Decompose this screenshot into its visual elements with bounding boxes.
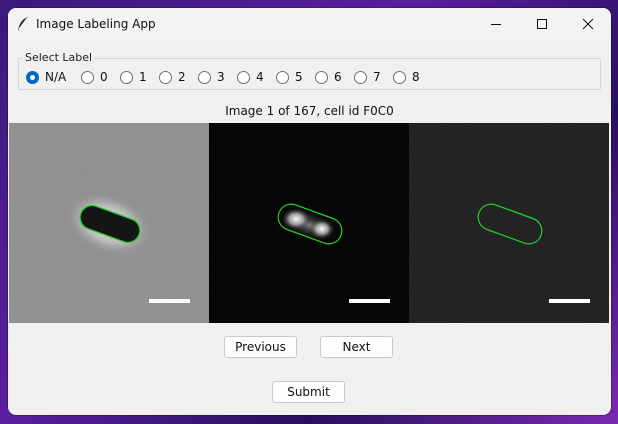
radio-label: 8 xyxy=(412,70,420,84)
scale-bar xyxy=(549,299,590,303)
radio-circle xyxy=(354,71,367,84)
image-caption: Image 1 of 167, cell id F0C0 xyxy=(225,104,394,118)
scale-bar xyxy=(149,299,190,303)
phase-contrast-image xyxy=(9,123,209,323)
radio-label: 1 xyxy=(139,70,147,84)
radio-circle xyxy=(26,71,39,84)
radio-label: 2 xyxy=(178,70,186,84)
submit-button[interactable]: Submit xyxy=(272,381,345,403)
scale-bar xyxy=(349,299,390,303)
close-button[interactable] xyxy=(565,8,611,40)
app-window: Image Labeling App Select Label N/A 0 1 … xyxy=(8,8,611,415)
radio-circle xyxy=(237,71,250,84)
maximize-button[interactable] xyxy=(519,8,565,40)
radio-label: 6 xyxy=(334,70,342,84)
dim-fluorescence-image xyxy=(409,123,609,323)
radio-label: 3 xyxy=(217,70,225,84)
radio-circle xyxy=(120,71,133,84)
radio-circle xyxy=(159,71,172,84)
radio-label: 4 xyxy=(256,70,264,84)
close-icon xyxy=(582,18,594,30)
radio-circle xyxy=(198,71,211,84)
radio-label: N/A xyxy=(45,70,67,84)
radio-circle xyxy=(315,71,328,84)
radio-circle xyxy=(393,71,406,84)
radio-circle xyxy=(81,71,94,84)
maximize-icon xyxy=(537,19,547,29)
label-group-title: Select Label xyxy=(23,51,95,64)
fluorescence-image xyxy=(209,123,409,323)
previous-button[interactable]: Previous xyxy=(224,336,297,358)
radio-circle xyxy=(276,71,289,84)
feather-icon xyxy=(18,17,28,31)
image-panels xyxy=(9,123,609,323)
minimize-icon xyxy=(491,24,501,25)
title-bar[interactable]: Image Labeling App xyxy=(8,8,611,40)
radio-label: 0 xyxy=(100,70,108,84)
next-button[interactable]: Next xyxy=(320,336,393,358)
minimize-button[interactable] xyxy=(473,8,519,40)
radio-label: 5 xyxy=(295,70,303,84)
window-title: Image Labeling App xyxy=(36,17,156,31)
radio-label: 7 xyxy=(373,70,381,84)
